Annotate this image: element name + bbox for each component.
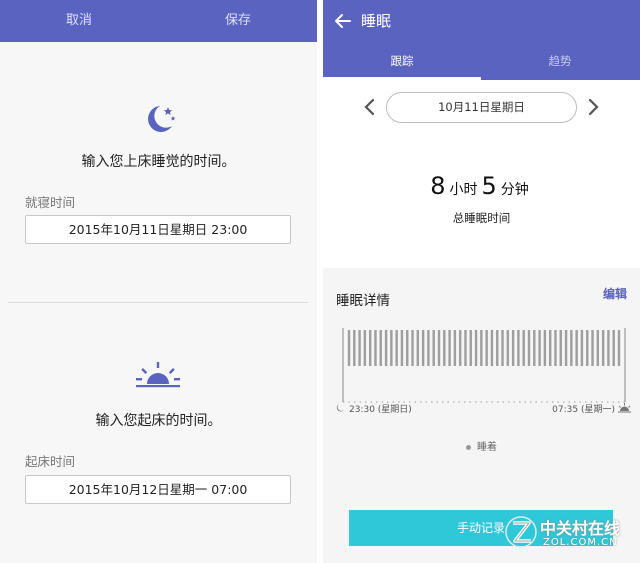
sleep-bars: [347, 330, 621, 366]
sleep-bar: [591, 330, 594, 366]
total-sleep-label: 总睡眠时间: [452, 211, 511, 225]
sleep-bar: [607, 330, 610, 366]
legend-label: 睡着: [477, 442, 497, 453]
sleep-bar: [485, 330, 488, 366]
sleep-bar: [427, 330, 430, 366]
sleep-bar: [559, 330, 562, 366]
sleep-bar: [384, 330, 388, 366]
sleep-bar: [564, 330, 568, 366]
tab-bar: 跟踪 趋势: [323, 42, 640, 80]
sleep-timeline-chart: 23:30 (星期日) 07:35 (星期一): [336, 328, 631, 415]
sleep-bar: [400, 330, 404, 366]
sleep-bar: [363, 330, 367, 366]
sleep-bar: [368, 330, 372, 366]
sleep-bar: [437, 330, 441, 366]
tab-trend[interactable]: 趋势: [481, 42, 639, 80]
sleep-bar: [601, 330, 605, 366]
sleep-bar: [358, 330, 361, 366]
sleep-bar: [538, 330, 541, 366]
sleep-bar: [580, 330, 584, 366]
edit-button[interactable]: 编辑: [603, 285, 627, 302]
watermark-site: ZOL.COM.CN: [543, 537, 618, 548]
sleep-bar: [379, 330, 382, 366]
duration-hours: 8: [430, 172, 446, 200]
sleep-bar: [469, 330, 472, 366]
page-title: 睡眠: [361, 12, 392, 30]
sleep-bar: [432, 330, 435, 366]
chevron-left-icon[interactable]: [363, 98, 377, 116]
sleep-bar: [612, 330, 615, 366]
sleep-bar: [416, 330, 420, 366]
sleep-bar: [548, 330, 552, 366]
active-tab-indicator: [323, 77, 481, 80]
cancel-button[interactable]: 取消: [66, 0, 92, 42]
moon-stars-icon: [148, 106, 176, 132]
wake-field[interactable]: 2015年10月12日星期一 07:00: [25, 475, 291, 504]
sleep-details-title: 睡眠详情: [336, 293, 390, 309]
chevron-right-icon[interactable]: [586, 98, 600, 116]
duration-minutes-unit: 分钟: [500, 182, 529, 198]
sleep-bar: [554, 330, 557, 366]
sleep-bar: [390, 330, 393, 366]
sleep-bar: [517, 330, 520, 366]
save-button[interactable]: 保存: [225, 0, 251, 42]
sleep-bar: [617, 330, 621, 366]
bedtime-label: 就寝时间: [25, 195, 76, 210]
sleep-bar: [395, 330, 398, 366]
sleep-bar: [527, 330, 531, 366]
sleep-bar: [490, 330, 494, 366]
sleep-tracker-panel: 睡眠 跟踪 趋势 10月11日星期日 8 小时 5 分钟 总睡眠时间 睡眠详情 编辑 …: [323, 0, 640, 563]
bedtime-question: 输入您上床睡觉的时间。: [81, 154, 236, 170]
sleep-bar: [511, 330, 515, 366]
sleep-bar: [474, 330, 478, 366]
duration-minutes: 5: [481, 172, 497, 200]
back-arrow-icon[interactable]: [333, 11, 353, 31]
sleep-bar: [570, 330, 573, 366]
sleep-bar: [374, 330, 377, 366]
sleep-bar: [586, 330, 589, 366]
tab-track[interactable]: 跟踪: [323, 42, 481, 80]
sleep-bar: [506, 330, 510, 366]
legend-dot: [466, 444, 471, 450]
sleep-bar: [480, 330, 483, 366]
sleep-bar: [533, 330, 536, 366]
sleep-bar: [543, 330, 547, 366]
section-divider: [8, 302, 308, 303]
editor-header: 取消 保存: [0, 0, 317, 42]
sleep-bar: [453, 330, 457, 366]
sleep-bar: [406, 330, 409, 366]
sleep-bar: [496, 330, 499, 366]
sleep-bar: [443, 330, 446, 366]
wake-question: 输入您起床的时间。: [95, 413, 222, 429]
sleep-bar: [464, 330, 467, 366]
duration-hours-unit: 小时: [449, 182, 478, 198]
sleep-bar: [353, 330, 356, 366]
chart-legend: 睡着: [323, 438, 640, 453]
watermark-brand: 中关村在线: [540, 519, 621, 538]
wake-label: 起床时间: [25, 454, 76, 469]
sleep-bar: [448, 330, 451, 366]
sleep-bar: [458, 330, 462, 366]
sleep-bar: [501, 330, 504, 366]
total-sleep-duration: 8 小时 5 分钟: [323, 172, 640, 200]
sleep-bar: [347, 330, 351, 366]
sleep-bar: [596, 330, 600, 366]
sleep-bar: [575, 330, 578, 366]
chart-start-label: 23:30 (星期日): [349, 404, 412, 415]
bedtime-editor-panel: 取消 保存 输入您上床睡觉的时间。 就寝时间 2015年10月11日星期日 23…: [0, 0, 317, 563]
date-selector[interactable]: 10月11日星期日: [386, 92, 577, 123]
chart-end-label: 07:35 (星期一): [552, 404, 615, 415]
sunrise-icon: [136, 362, 180, 388]
bedtime-field[interactable]: 2015年10月11日星期日 23:00: [25, 215, 291, 244]
sunrise-small-icon: [618, 403, 631, 413]
sleep-bar: [522, 330, 525, 366]
moon-small-icon: [336, 404, 344, 412]
sleep-bar: [411, 330, 414, 366]
sleep-bar: [421, 330, 425, 366]
tracker-header: 睡眠: [323, 0, 640, 42]
